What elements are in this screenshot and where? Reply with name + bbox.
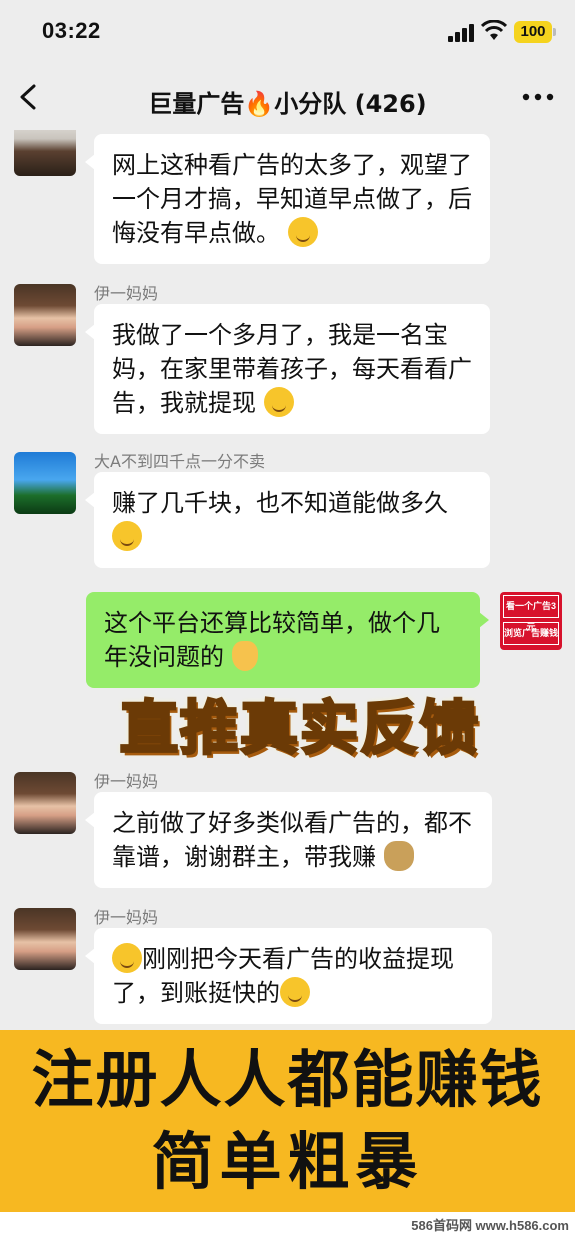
promo-headline: 注册人人都能赚钱: [31, 1043, 544, 1116]
ad-badge-line1: 看一个广告3元: [503, 595, 559, 632]
sender-name: 伊一妈妈: [94, 284, 159, 303]
ellipsis-icon[interactable]: [521, 84, 555, 110]
promo-subheadline: 简单粗暴: [151, 1125, 424, 1198]
message-text: 之前做了好多类似看广告的，都不靠谱，谢谢群主，带我赚: [112, 809, 472, 871]
message-text: 这个平台还算比较简单，做个几年没问题的: [104, 609, 440, 671]
message-bubble[interactable]: 我做了一个多月了，我是一名宝妈，在家里带着孩子，每天看看广告，我就提现: [85, 304, 490, 434]
sweat-smile-emoji-icon: [287, 217, 318, 247]
promo-banner: 注册人人都能赚钱 简单粗暴: [0, 1030, 575, 1212]
avatar[interactable]: [14, 130, 76, 176]
sender-name: 伊一妈妈: [94, 908, 159, 927]
thinking-emoji-icon: [263, 387, 294, 417]
feedback-banner: 直推真实反馈: [118, 693, 480, 764]
avatar[interactable]: [14, 452, 76, 514]
avatar[interactable]: [14, 908, 76, 970]
status-bar: 03:22 100: [0, 0, 575, 64]
group-title: 巨量广告🔥小分队 (426): [148, 90, 427, 118]
my-message-bubble[interactable]: 这个平台还算比较简单，做个几年没问题的: [86, 592, 489, 688]
message-list[interactable]: 网上这种看广告的太多了，观望了一个月才搞，早知道早点做了，后悔没有早点做。 伊一…: [0, 130, 575, 1030]
my-avatar-ad-badge[interactable]: 看一个广告3元 浏览广告赚钱: [500, 592, 562, 650]
message-bubble[interactable]: 刚刚把今天看广告的收益提现了，到账挺快的: [85, 928, 492, 1024]
message-bubble[interactable]: 之前做了好多类似看广告的，都不靠谱，谢谢群主，带我赚: [85, 792, 492, 888]
watermark: 586首码网 www.h586.com: [411, 1218, 569, 1233]
sender-name: 伊一妈妈: [94, 772, 159, 791]
message-bubble[interactable]: 赚了几千块，也不知道能做多久: [85, 472, 490, 568]
grin-emoji-icon: [280, 977, 310, 1007]
battery-icon: 100: [514, 21, 556, 43]
victory-hand-emoji-icon: [231, 641, 258, 671]
sender-name: 大A不到四千点一分不卖: [94, 452, 265, 471]
status-time: 03:22: [42, 18, 101, 43]
avatar[interactable]: [14, 772, 76, 834]
avatar[interactable]: [14, 284, 76, 346]
message-text: 赚了几千块，也不知道能做多久: [112, 489, 448, 517]
footer-strip: 586首码网 www.h586.com: [0, 1212, 575, 1237]
money-bag-emoji-icon: [383, 841, 414, 871]
grin-emoji-icon: [112, 943, 142, 973]
wifi-icon: [481, 20, 507, 40]
message-bubble[interactable]: 网上这种看广告的太多了，观望了一个月才搞，早知道早点做了，后悔没有早点做。: [85, 134, 490, 264]
cellular-signal-icon: [448, 24, 476, 42]
grin-emoji-icon: [112, 521, 142, 551]
chat-header: 巨量广告🔥小分队 (426): [0, 64, 575, 130]
ad-badge-line2: 浏览广告赚钱: [503, 622, 559, 645]
